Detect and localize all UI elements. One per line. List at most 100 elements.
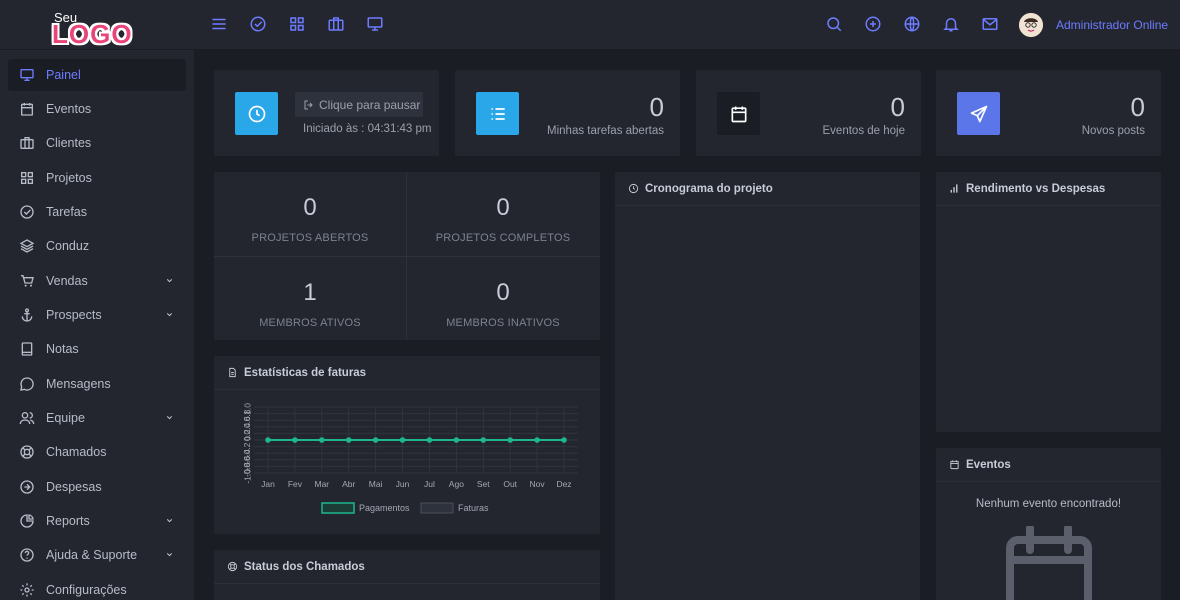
project-timeline-card: Cronograma do projeto — [615, 172, 920, 600]
sidebar-item-ajuda-suporte[interactable]: Ajuda & Suporte — [8, 539, 186, 571]
large-calendar-icon — [1006, 526, 1092, 600]
x-tick-label: Jun — [396, 479, 410, 489]
arrow-circle-icon — [19, 479, 35, 495]
tickets-status-header: Status dos Chamados — [214, 550, 600, 584]
timer-started-text: Iniciado às : 04:31:43 pm — [303, 123, 432, 135]
pie-chart-icon — [19, 513, 35, 529]
brand-logo[interactable]: Seu LOGO — [50, 6, 146, 50]
plus-circle-icon[interactable] — [864, 15, 882, 33]
pause-timer-label: Clique para pausar — [319, 97, 421, 112]
new-posts-count: 0 — [1130, 92, 1145, 122]
sidebar-item-label: Equipe — [46, 411, 85, 425]
stat-active-members[interactable]: 1 MEMBROS ATIVOS — [214, 257, 406, 341]
sidebar-item-prospects[interactable]: Prospects — [8, 299, 186, 331]
anchor-icon — [19, 307, 35, 323]
new-posts-label: Novos posts — [1081, 125, 1145, 137]
sidebar-item-tarefas[interactable]: Tarefas — [8, 196, 186, 228]
stat-open-projects[interactable]: 0 PROJETOS ABERTOS — [214, 172, 406, 256]
calendar-icon — [949, 459, 960, 470]
grid-icon[interactable] — [288, 15, 306, 33]
send-icon — [957, 92, 1000, 135]
sidebar-item-chamados[interactable]: Chamados — [8, 436, 186, 468]
sidebar-item-despesas[interactable]: Despesas — [8, 471, 186, 503]
today-events-count: 0 — [890, 92, 905, 122]
sidebar-item-reports[interactable]: Reports — [8, 505, 186, 537]
sidebar-item-painel[interactable]: Painel — [8, 59, 186, 91]
clock-icon — [628, 183, 639, 194]
stat-value: 0 — [496, 279, 510, 306]
calendar-icon — [717, 92, 760, 135]
sidebar-item-eventos[interactable]: Eventos — [8, 93, 186, 125]
sidebar-item-label: Painel — [46, 68, 81, 82]
briefcase-icon — [19, 135, 35, 151]
check-circle-icon[interactable] — [249, 15, 267, 33]
check-circle-icon — [19, 204, 35, 220]
chevron-down-icon — [165, 550, 174, 559]
data-point — [507, 437, 513, 443]
pause-timer-button[interactable]: Clique para pausar — [295, 92, 423, 117]
sidebar-item-label: Chamados — [46, 445, 107, 459]
x-tick-label: Mai — [369, 479, 383, 489]
today-events-card[interactable]: 0 Eventos de hoje — [696, 70, 921, 156]
stat-inactive-members[interactable]: 0 MEMBROS INATIVOS — [407, 257, 599, 341]
project-timeline-title: Cronograma do projeto — [645, 182, 773, 195]
sidebar-item-label: Notas — [46, 342, 79, 356]
legend-label: Pagamentos — [359, 503, 410, 513]
sidebar-item-equipe[interactable]: Equipe — [8, 402, 186, 434]
new-posts-card[interactable]: 0 Novos posts — [936, 70, 1161, 156]
globe-icon[interactable] — [903, 15, 921, 33]
cart-icon — [19, 273, 35, 289]
data-point — [453, 437, 460, 443]
monitor-icon[interactable] — [366, 15, 384, 33]
chevron-down-icon — [165, 516, 174, 525]
search-icon[interactable] — [825, 15, 843, 33]
data-point — [480, 437, 487, 443]
list-icon — [476, 92, 519, 135]
data-point — [534, 437, 540, 443]
income-expenses-card: Rendimento vs Despesas — [936, 172, 1161, 432]
today-events-label: Eventos de hoje — [822, 125, 905, 137]
x-tick-label: Set — [477, 479, 490, 489]
data-point — [561, 437, 567, 443]
sidebar-item-label: Projetos — [46, 171, 92, 185]
briefcase-icon[interactable] — [327, 15, 345, 33]
sidebar-item-label: Clientes — [46, 136, 92, 150]
timer-card: Clique para pausar Iniciado às : 04:31:4… — [214, 70, 439, 156]
x-tick-label: Jan — [261, 479, 275, 489]
avatar[interactable] — [1019, 13, 1043, 37]
logo-text: LOGO — [52, 19, 133, 49]
x-tick-label: Mar — [314, 479, 329, 489]
sidebar-item-configuracoes[interactable]: Configurações — [8, 574, 186, 600]
stat-value: 0 — [496, 194, 510, 221]
stat-label: MEMBROS INATIVOS — [446, 317, 560, 329]
mail-icon[interactable] — [981, 15, 999, 33]
sidebar-item-mensagens[interactable]: Mensagens — [8, 368, 186, 400]
stat-completed-projects[interactable]: 0 PROJETOS COMPLETOS — [407, 172, 599, 256]
sidebar-item-label: Configurações — [46, 583, 127, 597]
data-point — [426, 437, 433, 443]
sidebar-item-projetos[interactable]: Projetos — [8, 162, 186, 194]
open-tasks-card[interactable]: 0 Minhas tarefas abertas — [455, 70, 680, 156]
sidebar-item-label: Conduz — [46, 239, 90, 253]
stat-label: MEMBROS ATIVOS — [259, 317, 361, 329]
user-name[interactable]: Administrador Online — [1056, 18, 1168, 32]
data-point — [399, 437, 406, 443]
file-icon — [227, 367, 238, 378]
legend-swatch — [321, 502, 355, 514]
sidebar-item-notas[interactable]: Notas — [8, 333, 186, 365]
book-icon — [19, 341, 35, 357]
sidebar-item-clientes[interactable]: Clientes — [8, 127, 186, 159]
events-header: Eventos — [936, 448, 1161, 482]
help-circle-icon — [19, 547, 35, 563]
income-expenses-header: Rendimento vs Despesas — [936, 172, 1161, 206]
users-icon — [19, 410, 35, 426]
x-tick-label: Abr — [342, 479, 355, 489]
events-empty-message: Nenhum evento encontrado! — [975, 498, 1122, 510]
x-tick-label: Ago — [449, 479, 464, 489]
menu-icon[interactable] — [210, 15, 228, 33]
sidebar-item-vendas[interactable]: Vendas — [8, 265, 186, 297]
chevron-down-icon — [165, 276, 174, 285]
stat-value: 0 — [303, 194, 317, 221]
bell-icon[interactable] — [942, 15, 960, 33]
sidebar-item-conduz[interactable]: Conduz — [8, 230, 186, 262]
